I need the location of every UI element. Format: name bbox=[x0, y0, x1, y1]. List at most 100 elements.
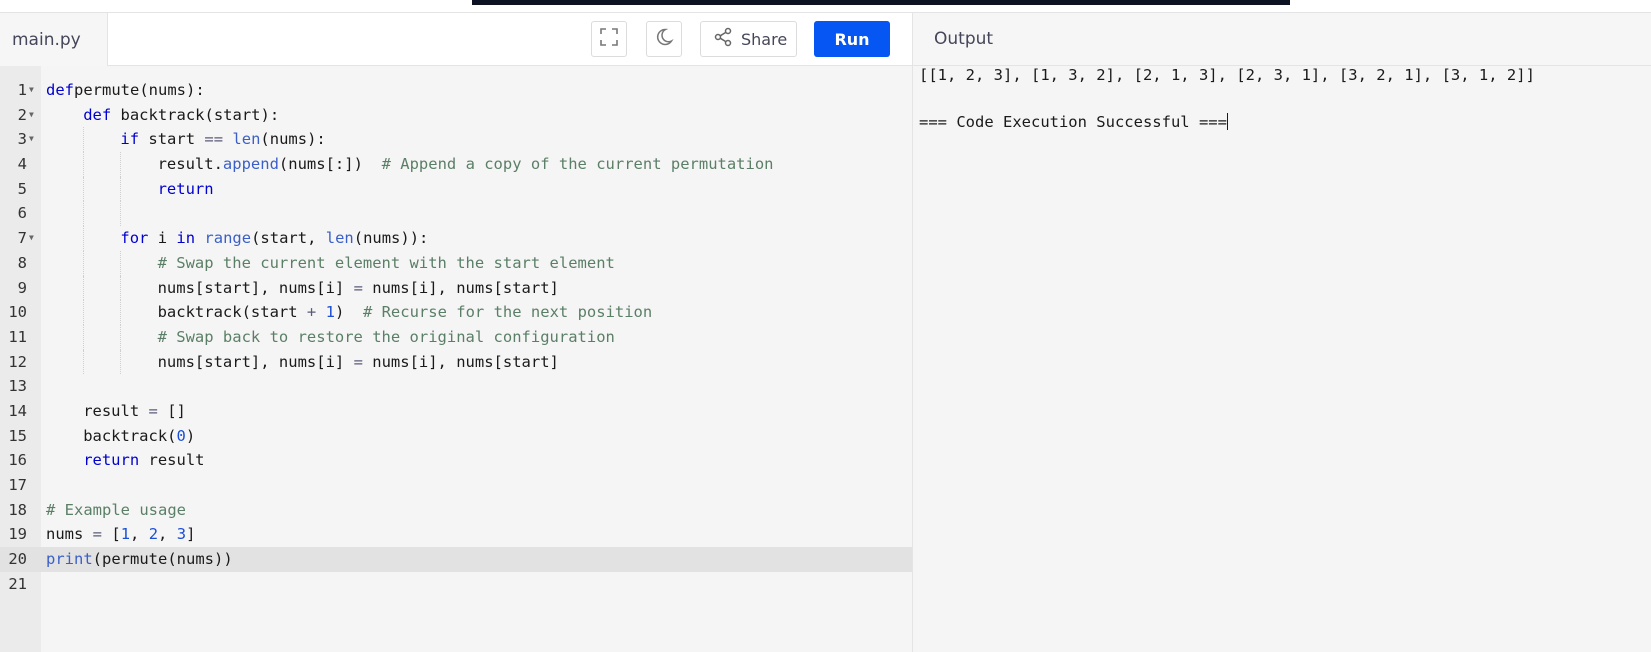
code-line[interactable]: 21 bbox=[0, 572, 912, 597]
code-token: 1 bbox=[120, 525, 131, 544]
indent-guide bbox=[120, 300, 122, 325]
code-token: = bbox=[148, 401, 158, 420]
code-text: # Swap the current element with the star… bbox=[158, 251, 615, 276]
code-lines[interactable]: 1 ▼ defpermute(nums): 2 ▼ def backtrack(start… bbox=[0, 78, 912, 596]
fullscreen-button[interactable] bbox=[591, 21, 627, 57]
line-number: 14 bbox=[8, 401, 27, 420]
code-text: result = [] bbox=[83, 399, 186, 424]
moon-icon bbox=[654, 27, 674, 52]
code-token: len bbox=[232, 130, 261, 149]
indent-guide bbox=[120, 201, 122, 227]
fold-arrow-icon[interactable]: ▼ bbox=[29, 226, 34, 251]
code-line[interactable]: 1 ▼ defpermute(nums): bbox=[0, 78, 912, 103]
code-line[interactable]: 7 ▼ for i in range(start, len(nums)): bbox=[0, 226, 912, 251]
code-text: if start == len(nums): bbox=[120, 127, 325, 152]
code-line[interactable]: 3 ▼ if start == len(nums): bbox=[0, 127, 912, 153]
code-text: result.append(nums[:]) # Append a copy o… bbox=[158, 152, 774, 177]
line-number: 15 bbox=[8, 426, 27, 445]
code-token: (start, bbox=[251, 229, 326, 248]
code-token: = bbox=[353, 352, 363, 371]
code-editor[interactable]: 1 ▼ defpermute(nums): 2 ▼ def backtrack(start… bbox=[0, 66, 912, 652]
code-token: append bbox=[222, 155, 279, 174]
indent-guide bbox=[120, 349, 122, 375]
code-token: return bbox=[157, 179, 214, 198]
code-token: (permute(nums)) bbox=[92, 550, 233, 569]
code-text: return result bbox=[83, 448, 204, 473]
code-line[interactable]: 9 nums[start], nums[i] = nums[i], nums[st… bbox=[0, 275, 912, 301]
file-tab-main-py[interactable]: main.py bbox=[0, 13, 108, 66]
code-text: nums[start], nums[i] = nums[i], nums[sta… bbox=[158, 350, 559, 375]
share-icon bbox=[713, 27, 733, 51]
code-text: for i in range(start, len(nums)): bbox=[120, 226, 428, 251]
code-line[interactable]: 5 return bbox=[0, 176, 912, 202]
share-label: Share bbox=[741, 29, 788, 49]
code-token: # Append a copy of the current permutati… bbox=[381, 155, 774, 174]
code-text: def backtrack(start): bbox=[83, 103, 279, 128]
code-token: (nums[:]) bbox=[278, 155, 382, 174]
code-token: if bbox=[120, 130, 140, 149]
code-line[interactable]: 17 bbox=[0, 473, 912, 498]
code-text: print(permute(nums)) bbox=[46, 547, 233, 572]
code-token: result. bbox=[157, 155, 223, 174]
editor-header: main.py Share Run bbox=[0, 13, 912, 66]
indent-guide bbox=[83, 226, 85, 251]
code-token: nums bbox=[46, 525, 93, 544]
fold-arrow-icon[interactable]: ▼ bbox=[29, 78, 34, 103]
theme-toggle-button[interactable] bbox=[646, 21, 682, 57]
code-text: nums = [1, 2, 3] bbox=[46, 522, 195, 547]
code-token: , bbox=[130, 525, 149, 544]
code-token: 3 bbox=[176, 525, 187, 544]
indent-guide bbox=[120, 152, 122, 177]
line-number: 9 bbox=[17, 278, 27, 297]
code-line[interactable]: 18 # Example usage bbox=[0, 498, 912, 523]
code-line[interactable]: 16 return result bbox=[0, 448, 912, 473]
output-panel[interactable]: [[1, 2, 3], [1, 3, 2], [2, 1, 3], [2, 3,… bbox=[912, 66, 1651, 652]
indent-guide bbox=[120, 275, 122, 301]
fold-arrow-icon[interactable]: ▼ bbox=[29, 103, 34, 128]
code-line[interactable]: 6 bbox=[0, 201, 912, 227]
indent-guide bbox=[83, 349, 85, 375]
top-banner bbox=[472, 0, 1290, 5]
code-token: nums[i], nums[start] bbox=[362, 278, 559, 297]
code-line[interactable]: 15 backtrack(0) bbox=[0, 424, 912, 449]
line-number: 16 bbox=[8, 451, 27, 470]
line-number: 18 bbox=[8, 500, 27, 519]
code-token: ) bbox=[334, 303, 363, 322]
code-token: (nums): bbox=[260, 130, 326, 149]
code-token: result bbox=[139, 451, 205, 470]
code-token: 2 bbox=[148, 525, 159, 544]
code-line[interactable]: 11 # Swap back to restore the original co… bbox=[0, 324, 912, 350]
code-line[interactable]: 8 # Swap the current element with the sta… bbox=[0, 250, 912, 276]
code-token: backtrack(start): bbox=[111, 105, 280, 124]
text-cursor bbox=[1226, 113, 1228, 130]
line-number: 20 bbox=[8, 550, 27, 569]
code-text: # Example usage bbox=[46, 498, 186, 523]
run-button[interactable]: Run bbox=[814, 21, 890, 57]
code-token: ] bbox=[186, 525, 196, 544]
code-token: 1 bbox=[325, 303, 335, 322]
output-status-line: === Code Execution Successful === bbox=[919, 113, 1228, 131]
indent-guide bbox=[83, 250, 85, 276]
code-line[interactable]: 10 backtrack(start + 1) # Recurse for the… bbox=[0, 300, 912, 325]
code-line[interactable]: 12 nums[start], nums[i] = nums[i], nums[s… bbox=[0, 349, 912, 375]
code-line[interactable]: 19 nums = [1, 2, 3] bbox=[0, 522, 912, 547]
indent-guide bbox=[120, 176, 122, 202]
code-token: 0 bbox=[176, 426, 186, 445]
code-line[interactable]: 20 print(permute(nums)) bbox=[0, 547, 912, 572]
code-token: == bbox=[204, 130, 224, 149]
line-number: 4 bbox=[17, 155, 27, 174]
code-line[interactable]: 13 bbox=[0, 374, 912, 399]
code-line[interactable]: 2 ▼ def backtrack(start): bbox=[0, 103, 912, 128]
share-button[interactable]: Share bbox=[700, 21, 797, 57]
line-number: 3 bbox=[17, 130, 27, 149]
code-token: len bbox=[325, 229, 354, 248]
code-line[interactable]: 14 result = [] bbox=[0, 399, 912, 424]
code-token: + bbox=[306, 303, 317, 322]
fold-arrow-icon[interactable]: ▼ bbox=[29, 127, 34, 152]
code-token: range bbox=[204, 229, 252, 248]
output-header: Output bbox=[912, 13, 1651, 66]
output-result-line: [[1, 2, 3], [1, 3, 2], [2, 1, 3], [2, 3,… bbox=[919, 66, 1535, 84]
code-line[interactable]: 4 result.append(nums[:]) # Append a copy … bbox=[0, 152, 912, 177]
